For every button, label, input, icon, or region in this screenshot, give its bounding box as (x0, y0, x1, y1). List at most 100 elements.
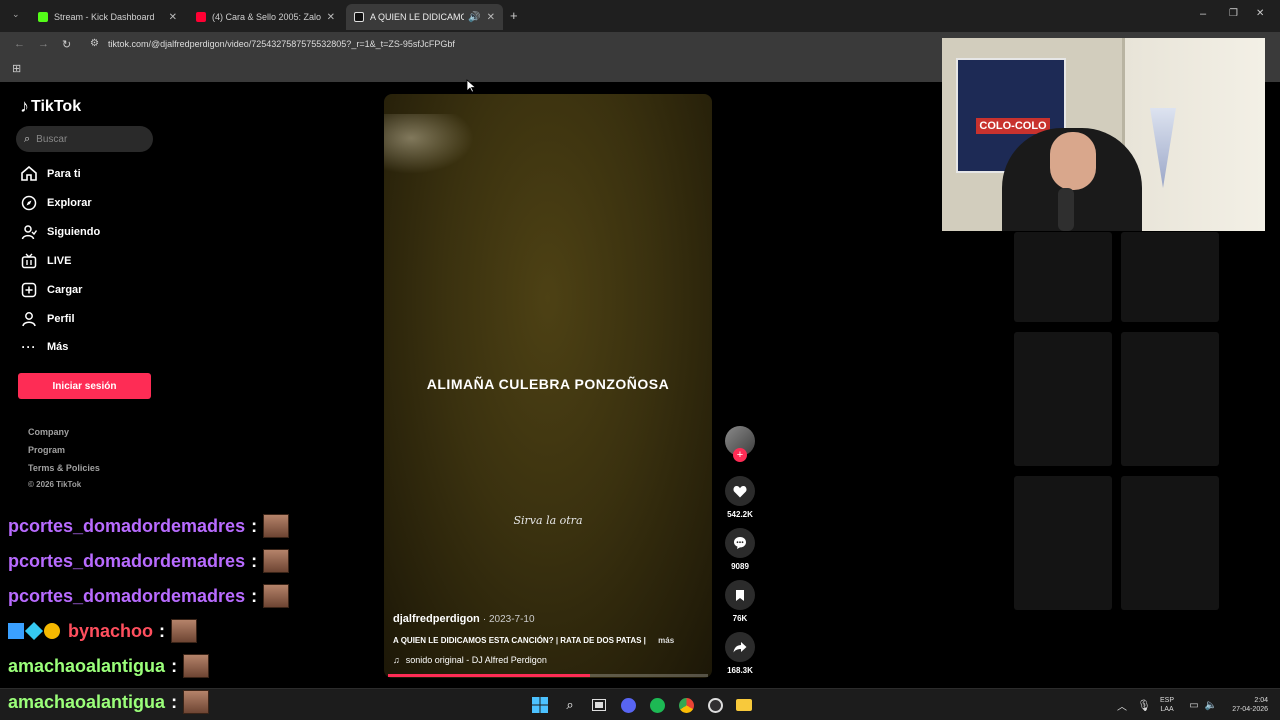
search-input[interactable]: ⌕ Buscar (16, 126, 153, 152)
footer-link-program[interactable]: Program (28, 445, 65, 455)
spotify-icon[interactable] (649, 697, 665, 713)
nav-item-cargar[interactable]: Cargar (20, 282, 82, 298)
discord-icon[interactable] (620, 697, 636, 713)
comment-action[interactable]: 9089 (724, 528, 756, 571)
window-close-icon[interactable]: ✕ (1256, 8, 1264, 19)
chat-emote-icon (263, 514, 290, 538)
tiktok-note-icon: ♪ (20, 96, 29, 116)
tray-chevron-up-icon[interactable]: ︿ (1114, 697, 1130, 713)
restore-icon[interactable]: ❐ (1229, 8, 1238, 19)
taskbar: amachaoalantigua : ⌕ ︿ 🎙 ESP LAA ▭ 🔈 2:0… (0, 688, 1280, 720)
apps-grid-icon[interactable]: ⊞ (12, 62, 21, 75)
video-player[interactable]: ALIMAÑA CULEBRA PONZOÑOSA Sirva la otra … (384, 94, 712, 678)
like-action[interactable]: 542.2K (724, 476, 756, 519)
nav-item-perfil[interactable]: Perfil (20, 311, 75, 327)
tab-search-chevron-icon[interactable]: ⌄ (12, 9, 20, 20)
chat-username: bynachoo (68, 620, 154, 641)
footer-copyright: © 2026 TikTok (28, 480, 82, 489)
volume-icon[interactable]: 🔈 (1203, 697, 1219, 713)
new-tab-icon[interactable]: + (510, 8, 518, 23)
tiktok-wordmark: TikTok (31, 97, 82, 115)
taskbar-search-icon[interactable]: ⌕ (562, 697, 578, 713)
more-icon: ··· (21, 340, 37, 354)
home-icon (20, 166, 38, 181)
nav-label: Cargar (47, 284, 83, 296)
nav-item-mas[interactable]: ··· Más (20, 340, 69, 354)
skeleton-card (1014, 332, 1112, 466)
video-light-glare (384, 114, 474, 174)
file-explorer-icon[interactable] (736, 697, 752, 713)
windows-start-icon[interactable] (532, 697, 548, 713)
site-info-icon[interactable]: ⚙ (90, 38, 99, 49)
tab-close-icon[interactable]: ✕ (327, 12, 335, 23)
chat-message: bynachoo : (8, 619, 198, 643)
login-button[interactable]: Iniciar sesión (18, 373, 151, 399)
chat-colon: : (251, 585, 258, 606)
compass-icon (20, 195, 38, 211)
music-note-icon: ♫ (393, 655, 400, 665)
sound-label: sonido original - DJ Alfred Perdigon (405, 655, 547, 665)
author-avatar[interactable]: + (724, 426, 756, 462)
forward-icon[interactable]: → (38, 38, 49, 50)
footer-link-terms[interactable]: Terms & Policies (28, 463, 100, 473)
skeleton-card (1121, 332, 1219, 466)
footer-link-company[interactable]: Company (28, 427, 69, 437)
chat-badge-icon (44, 623, 60, 639)
follow-plus-icon[interactable]: + (733, 448, 747, 462)
search-placeholder: Buscar (36, 133, 68, 145)
tab-youtube[interactable]: (4) Cara & Sello 2005: Zalo Reye ✕ (188, 4, 343, 30)
chat-colon: : (159, 620, 166, 641)
nav-item-para-ti[interactable]: Para ti (20, 166, 81, 181)
chat-emote-icon (171, 619, 198, 643)
comment-count: 9089 (731, 562, 749, 571)
obs-icon[interactable] (707, 697, 723, 713)
mouse-cursor-icon (466, 79, 476, 93)
minimize-icon[interactable]: – (1200, 8, 1206, 20)
tab-close-icon[interactable]: ✕ (169, 12, 177, 23)
video-author[interactable]: djalfredperdigon (393, 613, 480, 625)
tab-tiktok-active[interactable]: A QUIEN LE DIDICAMOS ES 🔊 ✕ (346, 4, 503, 30)
share-icon[interactable] (725, 632, 755, 662)
task-view-icon[interactable] (591, 697, 607, 713)
chat-message: pcortes_domadordemadres : (8, 584, 290, 608)
chat-colon: : (171, 691, 178, 712)
chat-username: amachaoalantigua (8, 655, 166, 676)
chat-badge-icon (24, 621, 44, 641)
chat-colon: : (251, 550, 258, 571)
save-action[interactable]: 76K (724, 580, 756, 623)
reload-icon[interactable]: ↻ (62, 38, 71, 51)
tab-audio-icon[interactable]: 🔊 (468, 12, 480, 23)
chrome-icon[interactable] (678, 697, 694, 713)
heart-icon[interactable] (725, 476, 755, 506)
share-action[interactable]: 168.3K (724, 632, 756, 675)
tiktok-logo[interactable]: ♪ TikTok (20, 96, 81, 117)
language-indicator[interactable]: ESP LAA (1160, 696, 1174, 714)
bookmark-icon[interactable] (725, 580, 755, 610)
tab-close-icon[interactable]: ✕ (487, 12, 495, 23)
video-author-line[interactable]: djalfredperdigon · 2023-7-10 (393, 613, 535, 625)
network-icon[interactable]: ▭ (1186, 697, 1202, 713)
url-field[interactable]: tiktok.com/@djalfredperdigon/video/72543… (108, 39, 455, 49)
youtube-favicon-icon (196, 12, 206, 22)
skeleton-card (1014, 476, 1112, 610)
tab-kick-dashboard[interactable]: Stream - Kick Dashboard ✕ (30, 4, 185, 30)
back-icon[interactable]: ← (14, 38, 25, 50)
microphone-icon[interactable]: 🎙 (1136, 697, 1152, 713)
like-count: 542.2K (727, 510, 753, 519)
chat-message: amachaoalantigua : (8, 654, 210, 678)
nav-item-explorar[interactable]: Explorar (20, 195, 92, 211)
progress-fill (388, 674, 590, 677)
comment-icon[interactable] (725, 528, 755, 558)
share-count: 168.3K (727, 666, 753, 675)
nav-item-live[interactable]: LIVE (20, 253, 71, 269)
webcam-feed: COLO-COLO (942, 38, 1265, 231)
chat-username: pcortes_domadordemadres (8, 550, 246, 571)
nav-label: Siguiendo (47, 226, 101, 238)
clock[interactable]: 2:04 27-04-2026 (1222, 696, 1268, 714)
video-sound[interactable]: ♫ sonido original - DJ Alfred Perdigon (393, 655, 547, 665)
webcam-face (1050, 132, 1096, 190)
more-link[interactable]: más (658, 636, 674, 645)
chat-message: pcortes_domadordemadres : (8, 549, 290, 573)
nav-item-siguiendo[interactable]: Siguiendo (20, 224, 100, 240)
video-description-line: A QUIEN LE DIDICAMOS ESTA CANCIÓN? | RAT… (393, 636, 674, 645)
